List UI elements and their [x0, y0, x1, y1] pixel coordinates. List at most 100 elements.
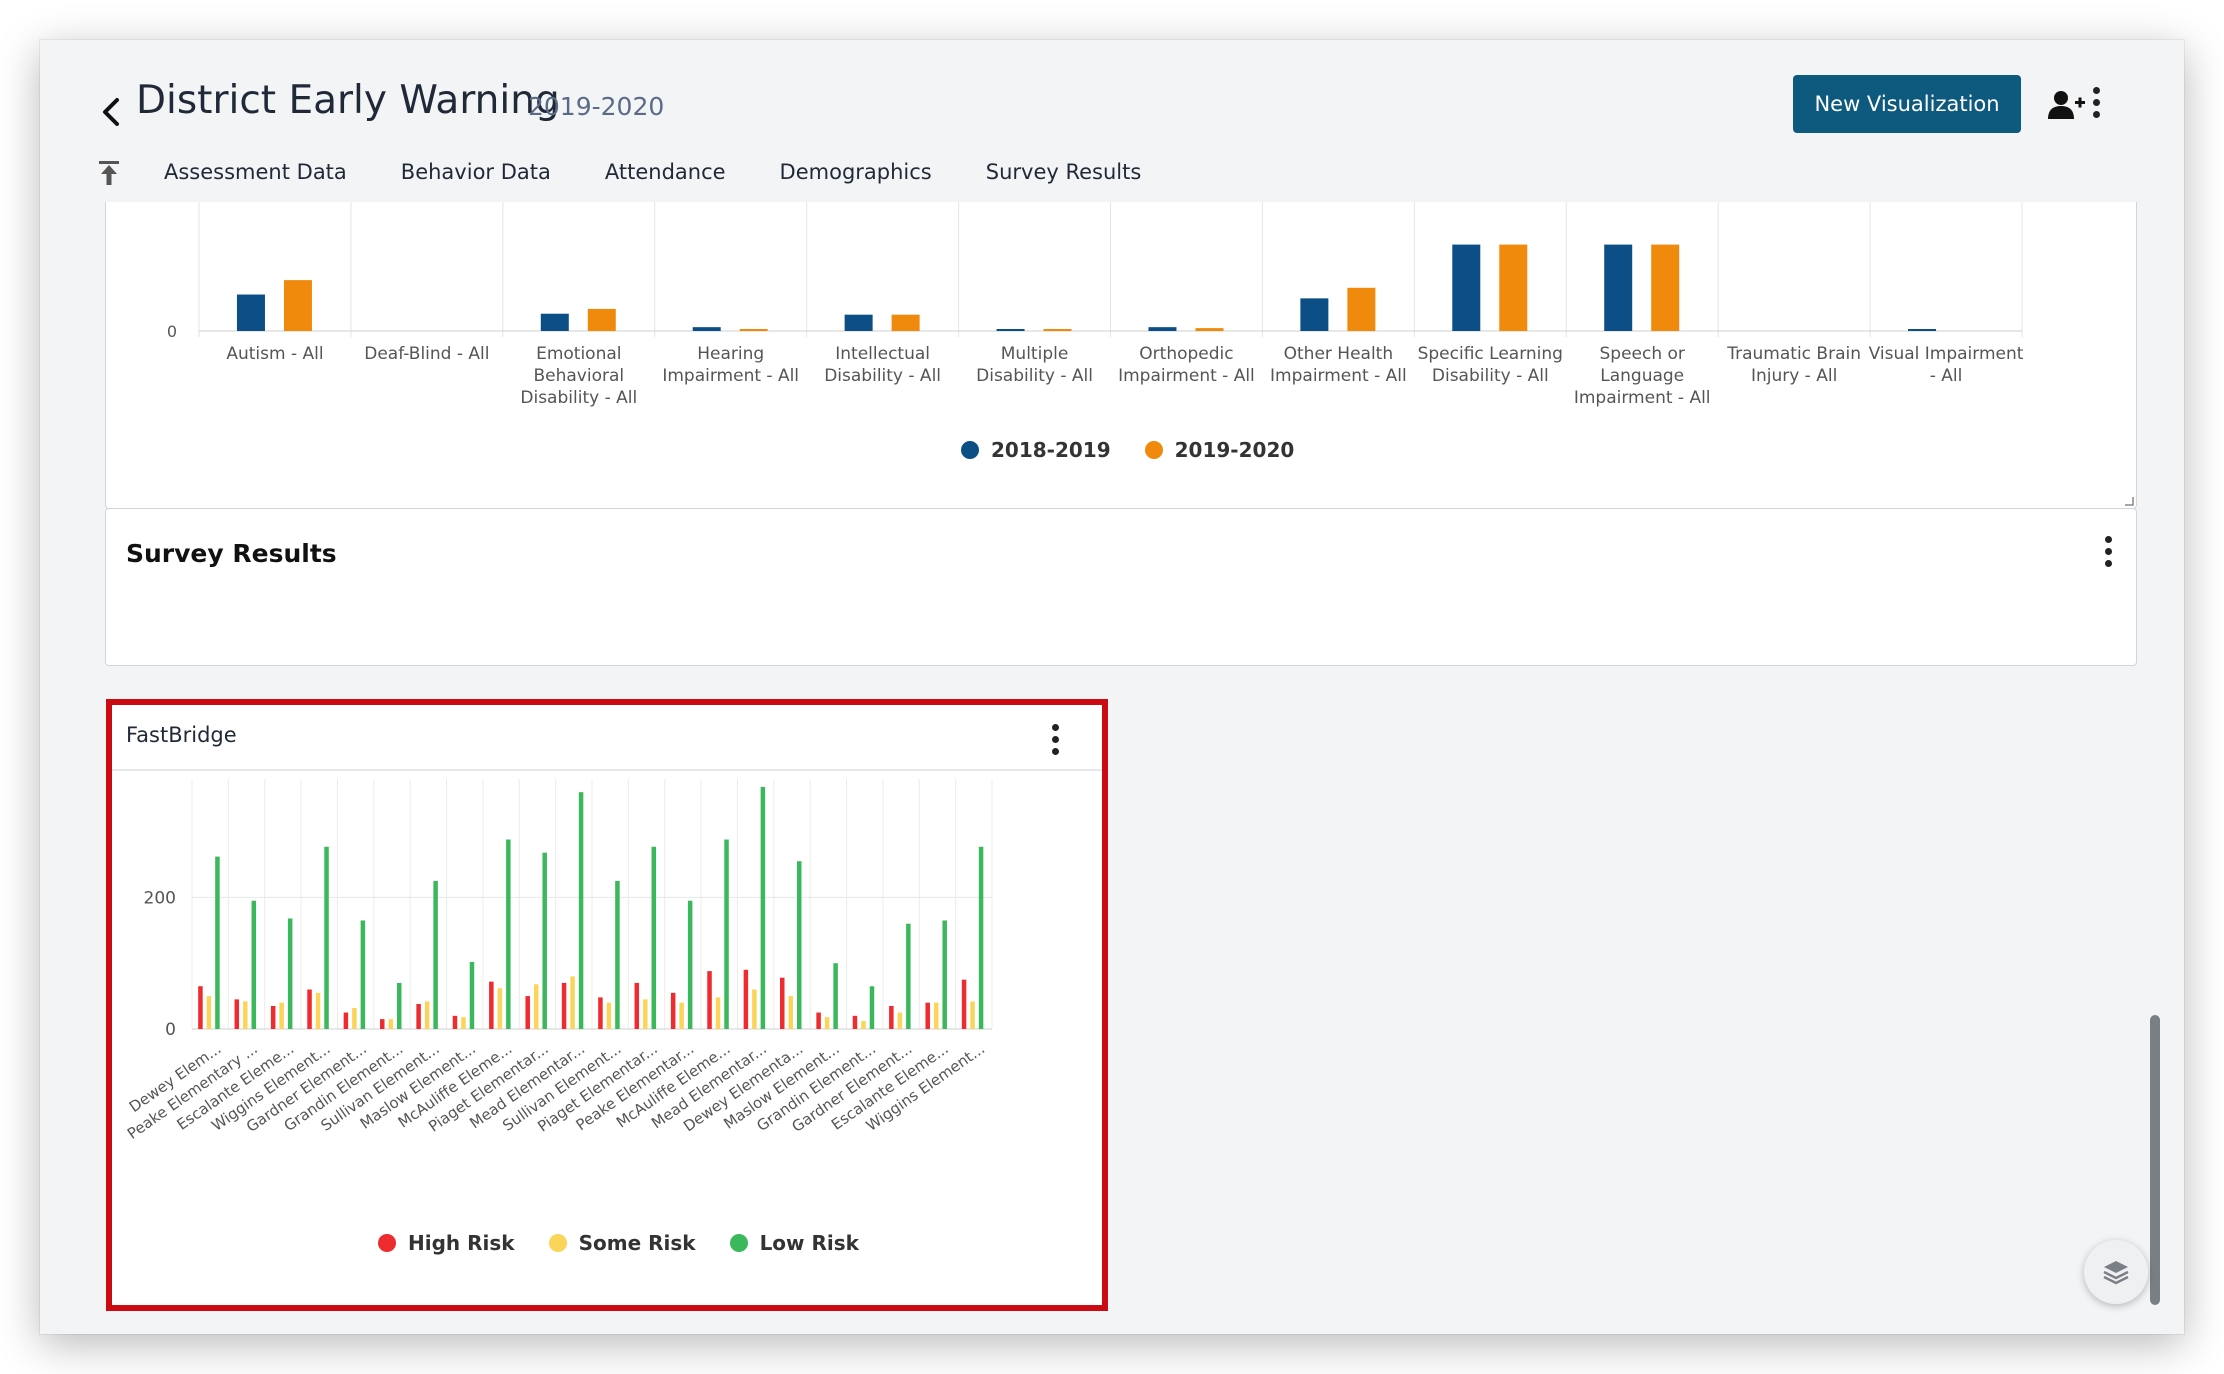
bar-2019-2020[interactable]: [1347, 287, 1376, 331]
tab-behavior-data[interactable]: Behavior Data: [401, 160, 551, 184]
bar-low-risk[interactable]: [869, 986, 875, 1029]
bar-low-risk[interactable]: [906, 923, 911, 1029]
bar-2018-2019[interactable]: [1452, 244, 1481, 331]
bar-low-risk[interactable]: [578, 792, 584, 1029]
bar-low-risk[interactable]: [251, 900, 257, 1029]
bar-high-risk[interactable]: [889, 1005, 894, 1029]
bar-some-risk[interactable]: [497, 988, 503, 1029]
bar-high-risk[interactable]: [961, 979, 967, 1029]
bar-2019-2020[interactable]: [1499, 244, 1528, 331]
bar-high-risk[interactable]: [634, 982, 640, 1029]
bar-high-risk[interactable]: [343, 1012, 349, 1029]
bar-high-risk[interactable]: [561, 982, 567, 1029]
bar-some-risk[interactable]: [715, 997, 721, 1029]
bar-high-risk[interactable]: [380, 1019, 385, 1029]
bar-2018-2019[interactable]: [996, 329, 1025, 331]
bar-2018-2019[interactable]: [236, 294, 265, 331]
bar-low-risk[interactable]: [324, 846, 329, 1029]
bar-2019-2020[interactable]: [587, 308, 616, 331]
bar-some-risk[interactable]: [788, 996, 794, 1029]
bar-high-risk[interactable]: [525, 996, 530, 1029]
bar-high-risk[interactable]: [234, 999, 240, 1029]
bar-2018-2019[interactable]: [1908, 329, 1937, 331]
tab-attendance[interactable]: Attendance: [605, 160, 726, 184]
bar-some-risk[interactable]: [424, 1001, 430, 1029]
tab-demographics[interactable]: Demographics: [780, 160, 932, 184]
bar-high-risk[interactable]: [852, 1015, 858, 1029]
legend-item-some-risk[interactable]: Some Risk: [548, 1231, 696, 1255]
bar-2018-2019[interactable]: [1148, 327, 1177, 331]
bar-low-risk[interactable]: [615, 880, 620, 1029]
bar-high-risk[interactable]: [307, 989, 312, 1029]
bar-high-risk[interactable]: [670, 992, 676, 1029]
bar-high-risk[interactable]: [780, 977, 785, 1029]
chevron-left-icon[interactable]: [92, 92, 132, 132]
bar-low-risk[interactable]: [542, 852, 547, 1029]
bar-high-risk[interactable]: [743, 969, 749, 1029]
bar-some-risk[interactable]: [352, 1007, 357, 1029]
bar-2019-2020[interactable]: [1651, 244, 1680, 331]
bar-low-risk[interactable]: [433, 880, 438, 1029]
bar-high-risk[interactable]: [598, 997, 603, 1029]
bar-some-risk[interactable]: [824, 1017, 830, 1029]
bar-some-risk[interactable]: [243, 1001, 248, 1029]
bar-low-risk[interactable]: [360, 920, 366, 1029]
bar-some-risk[interactable]: [970, 1001, 975, 1029]
bar-2019-2020[interactable]: [1043, 329, 1072, 331]
bar-high-risk[interactable]: [452, 1015, 458, 1029]
bar-some-risk[interactable]: [897, 1012, 903, 1029]
bar-low-risk[interactable]: [833, 963, 838, 1029]
bar-2018-2019[interactable]: [1300, 298, 1329, 331]
bar-low-risk[interactable]: [651, 846, 657, 1029]
bar-2018-2019[interactable]: [844, 314, 873, 331]
bar-low-risk[interactable]: [942, 920, 947, 1029]
bar-low-risk[interactable]: [469, 961, 475, 1029]
bar-some-risk[interactable]: [315, 992, 321, 1029]
bar-some-risk[interactable]: [388, 1019, 394, 1029]
bar-high-risk[interactable]: [198, 986, 203, 1029]
bar-2019-2020[interactable]: [891, 314, 920, 331]
bar-some-risk[interactable]: [570, 976, 575, 1029]
bar-low-risk[interactable]: [397, 982, 402, 1029]
bar-2019-2020[interactable]: [739, 329, 768, 331]
bar-low-risk[interactable]: [797, 861, 802, 1029]
bar-2018-2019[interactable]: [692, 327, 721, 331]
bar-2019-2020[interactable]: [1195, 328, 1224, 331]
bar-2018-2019[interactable]: [540, 313, 569, 331]
legend-item-2019-2020[interactable]: 2019-2020: [1144, 438, 1294, 462]
bar-some-risk[interactable]: [461, 1017, 466, 1029]
page-menu-icon[interactable]: [2084, 87, 2108, 127]
bar-high-risk[interactable]: [416, 1004, 421, 1029]
bar-2019-2020[interactable]: [283, 280, 312, 331]
resize-handle-icon[interactable]: [2122, 494, 2134, 506]
bar-high-risk[interactable]: [707, 971, 712, 1029]
bar-low-risk[interactable]: [978, 846, 984, 1029]
bar-some-risk[interactable]: [752, 989, 757, 1029]
bar-high-risk[interactable]: [816, 1012, 821, 1029]
tab-assessment-data[interactable]: Assessment Data: [164, 160, 347, 184]
bar-some-risk[interactable]: [206, 996, 212, 1029]
add-user-icon[interactable]: [2046, 85, 2086, 125]
new-visualization-button[interactable]: New Visualization: [1793, 75, 2021, 133]
bar-low-risk[interactable]: [724, 839, 729, 1029]
fastbridge-card-menu-icon[interactable]: [1043, 724, 1067, 764]
bar-some-risk[interactable]: [279, 1002, 284, 1029]
legend-item-2018-2019[interactable]: 2018-2019: [961, 438, 1111, 462]
bar-some-risk[interactable]: [861, 1021, 866, 1029]
bar-low-risk[interactable]: [506, 839, 511, 1029]
bar-low-risk[interactable]: [287, 918, 293, 1029]
layers-button[interactable]: [2084, 1240, 2148, 1304]
bar-high-risk[interactable]: [270, 1005, 276, 1029]
bar-some-risk[interactable]: [533, 984, 539, 1029]
bar-low-risk[interactable]: [687, 900, 693, 1029]
survey-card-menu-icon[interactable]: [2096, 536, 2120, 576]
vertical-scrollbar[interactable]: [2150, 1015, 2160, 1305]
bar-low-risk[interactable]: [215, 856, 220, 1029]
legend-item-high-risk[interactable]: High Risk: [378, 1231, 515, 1255]
collapse-up-icon[interactable]: [94, 158, 124, 188]
bar-some-risk[interactable]: [606, 1002, 612, 1029]
bar-some-risk[interactable]: [933, 1002, 939, 1029]
bar-2018-2019[interactable]: [1604, 244, 1633, 331]
bar-some-risk[interactable]: [643, 999, 648, 1029]
tab-survey-results[interactable]: Survey Results: [986, 160, 1142, 184]
